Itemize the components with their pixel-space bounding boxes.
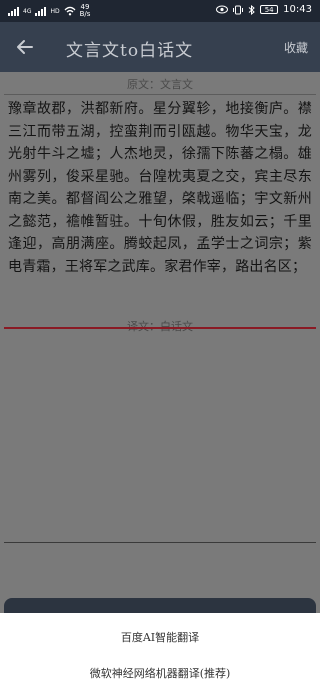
option-ms-translate[interactable]: 微软神经网络机器翻译(推荐) — [0, 665, 320, 681]
status-bar: 4G HD 49 B/s 54 10:43 — [0, 0, 320, 22]
original-text[interactable]: 豫章故郡，洪都新府。星分翼轸，地接衡庐。襟三江而带五湖，控蛮荆而引瓯越。物华天宝… — [8, 98, 312, 278]
status-time: 10:43 — [283, 4, 312, 15]
battery-icon: 54 — [260, 5, 279, 14]
network-type-label: 4G — [23, 7, 32, 15]
original-label: 原文：文言文 — [127, 78, 193, 91]
status-right: 54 10:43 — [216, 4, 312, 15]
vibrate-icon — [233, 5, 244, 14]
signal-icon-2 — [35, 6, 47, 16]
content-area: 原文：文言文 豫章故郡，洪都新府。星分翼轸，地接衡庐。襟三江而带五湖，控蛮荆而引… — [0, 72, 320, 693]
translation-divider — [4, 542, 316, 543]
signal-icon — [8, 6, 19, 16]
eye-icon — [216, 5, 229, 14]
net-speed-unit: B/s — [79, 10, 91, 18]
option-baidu-translate[interactable]: 百度AI智能翻译 — [0, 629, 320, 645]
status-left: 4G HD 49 B/s — [8, 4, 90, 18]
net-speed: 49 B/s — [80, 4, 91, 18]
wifi-icon — [64, 6, 76, 16]
translation-label: 译文：白话文 — [0, 318, 320, 334]
hd-label: HD — [50, 7, 60, 15]
collect-button[interactable]: 收藏 — [284, 39, 308, 56]
arrow-left-icon[interactable] — [12, 34, 38, 60]
app-bar: 文言文to白话文 收藏 — [0, 22, 320, 72]
page-title: 文言文to白话文 — [66, 41, 194, 61]
divider — [4, 94, 316, 95]
accent-underline — [4, 327, 316, 329]
bottom-sheet: 百度AI智能翻译 微软神经网络机器翻译(推荐) — [0, 613, 320, 693]
bluetooth-icon — [248, 4, 255, 15]
